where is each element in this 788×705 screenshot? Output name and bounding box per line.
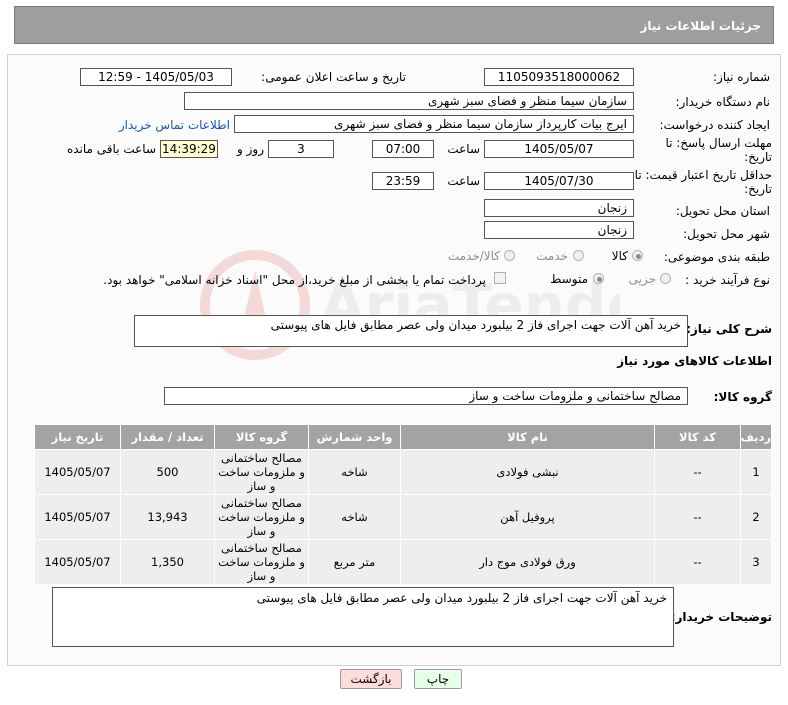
purchase-type-radio-minor[interactable] <box>660 273 671 284</box>
goods-info-title: اطلاعات کالاهای مورد نیاز <box>617 354 772 368</box>
cell-quantity: 13,943 <box>120 494 215 540</box>
cell-code: -- <box>654 539 741 585</box>
cell-quantity: 1,350 <box>120 539 215 585</box>
announce-datetime-label: تاریخ و ساعت اعلان عمومی: <box>261 70 406 84</box>
goods-group-label: گروه کالا: <box>713 390 772 404</box>
delivery-city-field[interactable]: زنجان <box>484 221 634 239</box>
col-header-name: نام کالا <box>400 424 655 450</box>
cell-name: ورق فولادی موج دار <box>400 539 655 585</box>
table-row[interactable]: 3 -- ورق فولادی موج دار متر مربع مصالح س… <box>34 539 772 585</box>
price-validity-date-field[interactable]: 1405/07/30 <box>484 172 634 190</box>
requester-label: ایجاد کننده درخواست: <box>659 118 770 132</box>
category-radio-goods-service[interactable] <box>504 250 515 261</box>
buyer-notes-label: توضیحات خریدار: <box>670 610 772 624</box>
cell-date: 1405/05/07 <box>34 449 121 495</box>
cell-group: مصالح ساختمانی و ملزومات ساخت و ساز <box>214 539 309 585</box>
cell-unit: شاخه <box>308 494 401 540</box>
cell-quantity: 500 <box>120 449 215 495</box>
cell-row-number: 3 <box>740 539 772 585</box>
cell-group: مصالح ساختمانی و ملزومات ساخت و ساز <box>214 494 309 540</box>
price-validity-time-label: ساعت <box>447 174 480 188</box>
reply-days-field[interactable]: 3 <box>268 140 334 158</box>
remaining-time-label: ساعت باقی مانده <box>66 142 156 156</box>
cell-group: مصالح ساختمانی و ملزومات ساخت و ساز <box>214 449 309 495</box>
col-header-quantity: تعداد / مقدار <box>120 424 215 450</box>
cell-date: 1405/05/07 <box>34 539 121 585</box>
items-table: ردیف کد کالا نام کالا واحد شمارش گروه کا… <box>34 424 772 585</box>
purchase-type-label: نوع فرآیند خرید : <box>685 273 770 287</box>
back-button[interactable]: بازگشت <box>340 669 402 689</box>
purchase-type-option-minor: جزیی <box>628 272 656 286</box>
page-title: جزئیات اطلاعات نیاز <box>640 19 761 33</box>
table-row[interactable]: 2 -- پروفیل آهن شاخه مصالح ساختمانی و مل… <box>34 494 772 540</box>
cell-name: نبشی فولادی <box>400 449 655 495</box>
description-label: شرح کلی نیاز: <box>686 322 772 336</box>
cell-code: -- <box>654 449 741 495</box>
treasury-note: پرداخت تمام یا بخشی از مبلغ خرید،از محل … <box>103 273 486 287</box>
remaining-time-field: 14:39:29 <box>160 140 218 158</box>
delivery-province-field[interactable]: زنجان <box>484 199 634 217</box>
announce-datetime-field[interactable]: 1405/05/03 - 12:59 <box>80 68 232 86</box>
description-textarea[interactable]: خرید آهن آلات جهت اجرای فاز 2 بیلبورد می… <box>134 315 688 347</box>
cell-row-number: 1 <box>740 449 772 495</box>
buyer-contact-link[interactable]: اطلاعات تماس خریدار <box>100 118 230 132</box>
reply-deadline-time-field[interactable]: 07:00 <box>372 140 434 158</box>
requester-field[interactable]: ایرج بیات کارپرداز سازمان سیما منظر و فض… <box>234 115 634 133</box>
treasury-checkbox[interactable] <box>494 272 506 284</box>
reply-deadline-label: مهلت ارسال پاسخ: تا تاریخ: <box>665 136 772 164</box>
delivery-province-label: استان محل تحویل: <box>675 204 770 218</box>
cell-date: 1405/05/07 <box>34 494 121 540</box>
print-button[interactable]: چاپ <box>414 669 462 689</box>
need-number-field[interactable]: 1105093518000062 <box>484 68 634 86</box>
category-radio-goods[interactable] <box>632 250 643 261</box>
price-validity-time-field[interactable]: 23:59 <box>372 172 434 190</box>
reply-days-label: روز و <box>237 142 264 156</box>
goods-group-field[interactable]: مصالح ساختمانی و ملزومات ساخت و ساز <box>164 387 688 405</box>
category-option-goods: کالا <box>611 249 628 263</box>
col-header-date: تاریخ نیاز <box>34 424 121 450</box>
reply-deadline-date-field[interactable]: 1405/05/07 <box>484 140 634 158</box>
cell-unit: شاخه <box>308 449 401 495</box>
buyer-notes-textarea[interactable]: خرید آهن آلات جهت اجرای فاز 2 بیلبورد می… <box>52 587 674 647</box>
table-row[interactable]: 1 -- نبشی فولادی شاخه مصالح ساختمانی و م… <box>34 449 772 495</box>
category-option-goods-service: کالا/خدمت <box>447 249 500 263</box>
purchase-type-option-medium: متوسط <box>550 272 588 286</box>
col-header-group: گروه کالا <box>214 424 309 450</box>
cell-code: -- <box>654 494 741 540</box>
category-radio-service[interactable] <box>573 250 584 261</box>
cell-row-number: 2 <box>740 494 772 540</box>
col-header-unit: واحد شمارش <box>308 424 401 450</box>
table-header-row: ردیف کد کالا نام کالا واحد شمارش گروه کا… <box>34 424 772 450</box>
reply-deadline-time-label: ساعت <box>447 142 480 156</box>
page-header: جزئیات اطلاعات نیاز <box>14 6 774 44</box>
delivery-city-label: شهر محل تحویل: <box>683 227 770 241</box>
category-label: طبقه بندی موضوعی: <box>663 250 770 264</box>
buyer-org-label: نام دستگاه خریدار: <box>675 95 771 109</box>
cell-unit: متر مربع <box>308 539 401 585</box>
col-header-row-number: ردیف <box>740 424 772 450</box>
category-option-service: خدمت <box>536 249 568 263</box>
need-number-label: شماره نیاز: <box>713 70 770 84</box>
buyer-org-field[interactable]: سازمان سیما منظر و فضای سبز شهری <box>184 92 634 110</box>
col-header-code: کد کالا <box>654 424 741 450</box>
price-validity-label: حداقل تاریخ اعتبار قیمت: تا تاریخ: <box>634 168 772 196</box>
purchase-type-radio-medium[interactable] <box>593 273 604 284</box>
cell-name: پروفیل آهن <box>400 494 655 540</box>
